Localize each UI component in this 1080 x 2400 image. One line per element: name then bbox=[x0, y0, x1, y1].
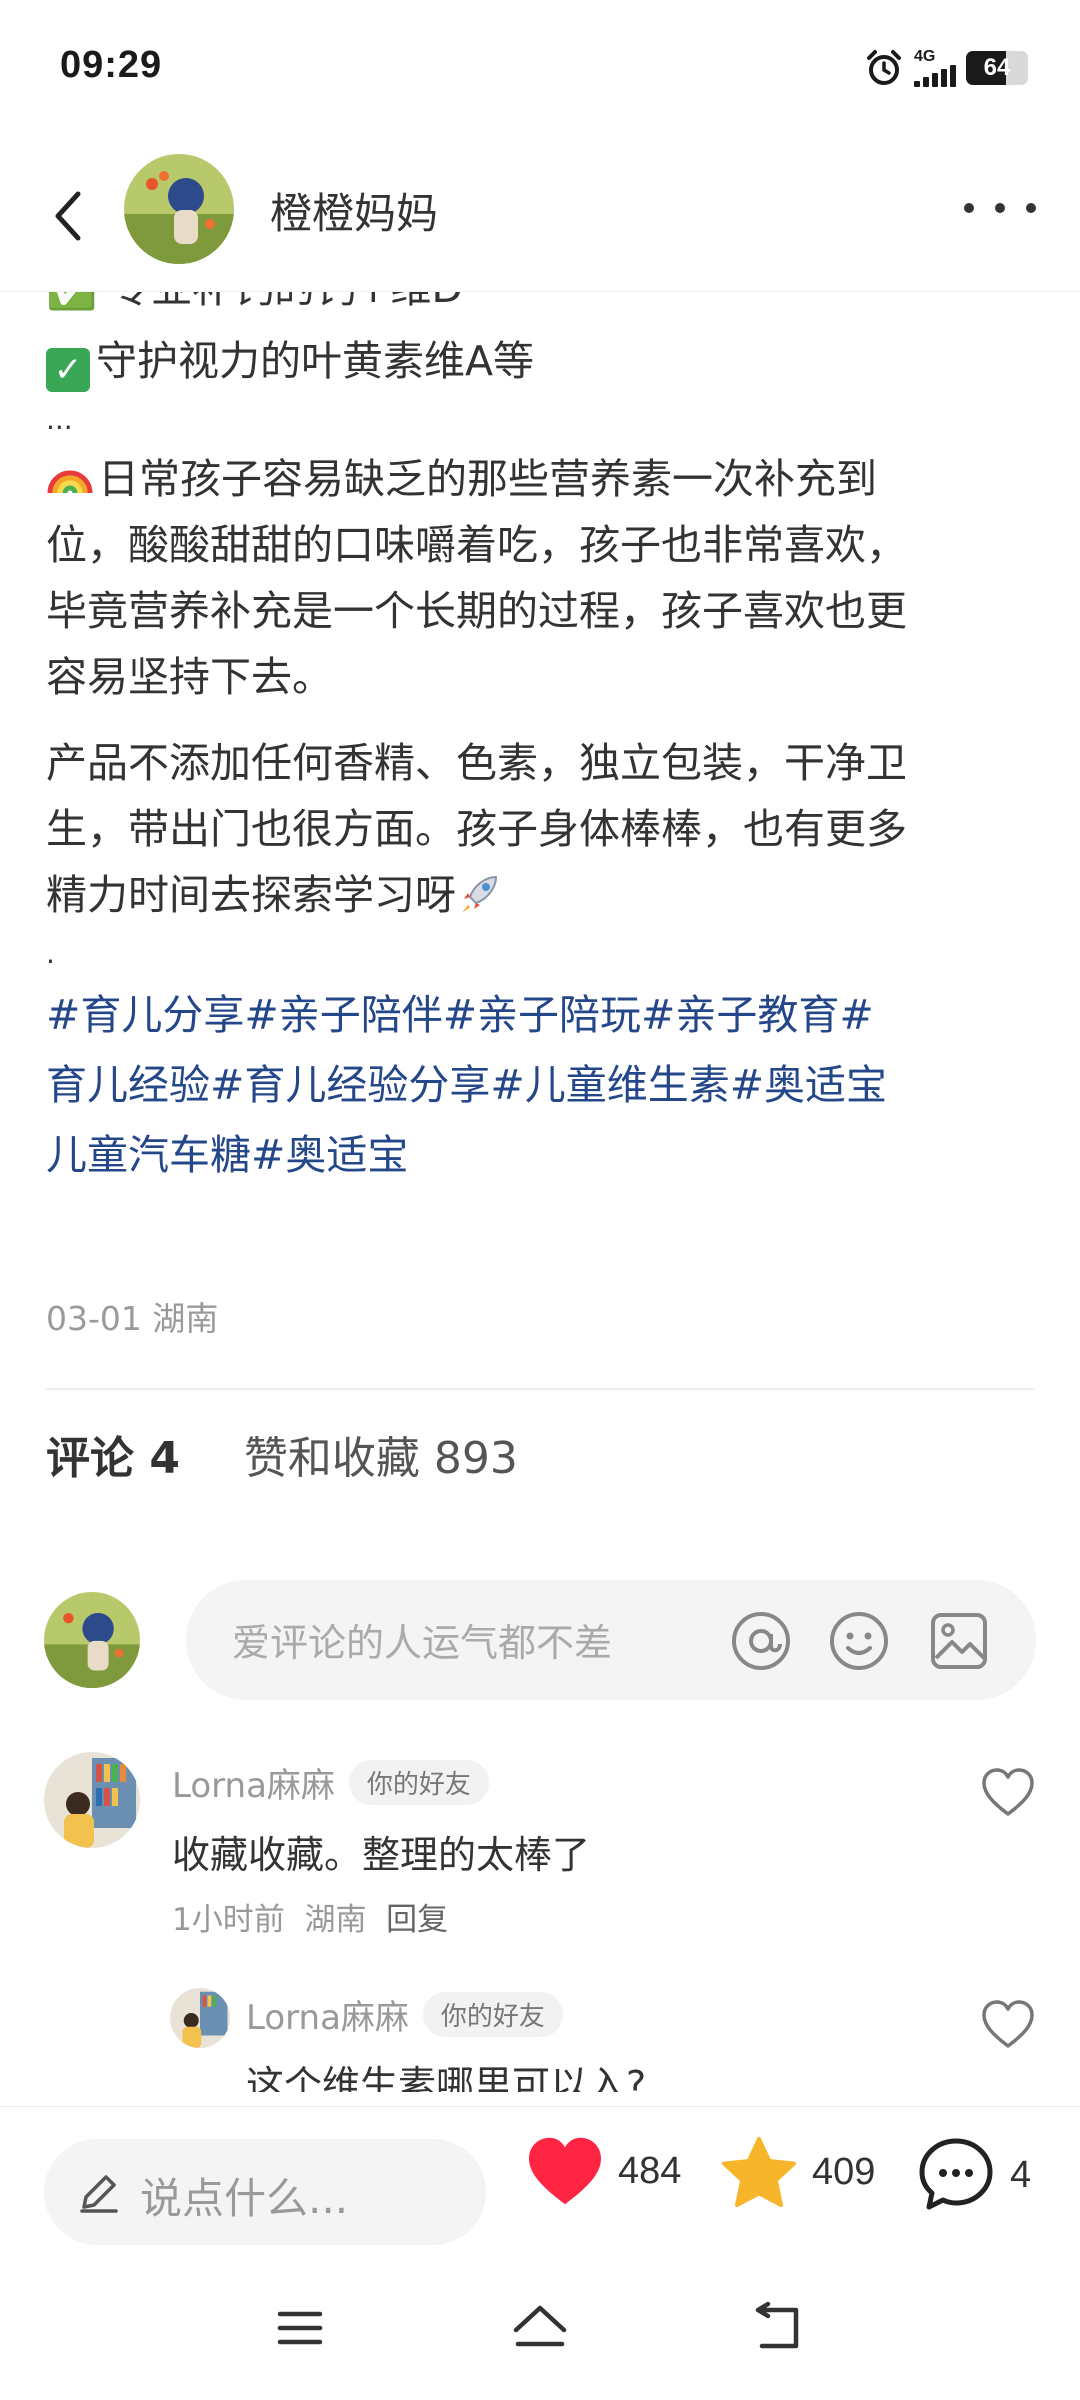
tab-comments[interactable]: 评论 4 bbox=[46, 1422, 180, 1486]
commenter-avatar[interactable] bbox=[170, 1988, 230, 2048]
body-line: ... bbox=[46, 403, 73, 436]
check-emoji-icon: ✓ bbox=[46, 348, 90, 392]
comment-reply-item: Lorna麻麻 你的好友 这个维生素哪里可以入? bbox=[0, 1988, 1080, 2092]
post-content: ✅ 专业补钙的钙+维D ✓守护视力的叶黄素维A等 ... 日常孩子容易缺乏的那些… bbox=[0, 292, 1080, 2092]
image-icon[interactable] bbox=[928, 1610, 990, 1672]
body-line: 容易坚持下去。 bbox=[46, 653, 333, 701]
comment-text[interactable]: 这个维生素哪里可以入? bbox=[246, 2054, 646, 2092]
star-icon bbox=[722, 2136, 796, 2208]
body-line: 毕竟营养补充是一个长期的过程，孩子喜欢也更 bbox=[46, 587, 907, 635]
comment-placeholder: 爱评论的人运气都不差 bbox=[232, 1621, 613, 1665]
status-time: 09:29 bbox=[60, 44, 163, 86]
alarm-icon bbox=[867, 50, 901, 85]
tab-likes-collects[interactable]: 赞和收藏 893 bbox=[244, 1422, 518, 1486]
heart-icon bbox=[529, 2137, 601, 2205]
body-line: 位，酸酸甜甜的口味嚼着吃，孩子也非常喜欢， bbox=[46, 521, 907, 569]
commenter-name[interactable]: Lorna麻麻 你的好友 bbox=[246, 1990, 563, 2039]
commenter-name[interactable]: Lorna麻麻 你的好友 bbox=[172, 1758, 489, 1807]
comment-like-icon[interactable] bbox=[980, 1766, 1036, 1818]
emoji-icon[interactable] bbox=[828, 1610, 890, 1672]
post-location: 湖南 bbox=[152, 1299, 219, 1338]
collect-count: 409 bbox=[812, 2150, 876, 2193]
divider bbox=[46, 1388, 1034, 1390]
comment-item: Lorna麻麻 你的好友 收藏收藏。整理的太棒了 1小时前 湖南 回复 bbox=[0, 1752, 1080, 1952]
more-icon[interactable] bbox=[964, 188, 1036, 228]
post-meta: 03-01 湖南 bbox=[46, 1292, 218, 1340]
post-body: ✓ 守护视力的叶黄素维A等 ... 日常孩子容易缺乏的那些营养素一次补充到 位，酸… bbox=[46, 328, 1036, 1190]
comment-meta: 1小时前 湖南 回复 bbox=[172, 1894, 448, 1939]
stats-tabs: 评论 4 赞和收藏 893 bbox=[46, 1422, 518, 1486]
battery-level: 64 bbox=[983, 54, 1011, 81]
say-placeholder: 说点什么... bbox=[140, 2174, 349, 2223]
body-line: 生，带出门也很方面。孩子身体棒棒，也有更多 bbox=[46, 805, 907, 853]
signal-icon bbox=[914, 65, 956, 87]
rocket-emoji-icon bbox=[462, 875, 498, 913]
battery-icon: 64 bbox=[966, 51, 1028, 85]
my-avatar bbox=[44, 1592, 140, 1688]
system-nav-bar bbox=[0, 2256, 1080, 2400]
network-type: 4G bbox=[914, 48, 936, 65]
body-line: 日常孩子容易缺乏的那些营养素一次补充到 bbox=[46, 446, 1036, 512]
clipped-line: ✅ 专业补钙的钙+维D bbox=[46, 292, 463, 314]
hashtag-line[interactable]: 育儿经验#育儿经验分享#儿童维生素#奥适宝 bbox=[46, 1050, 1036, 1120]
post-header: 橙橙妈妈 bbox=[0, 140, 1080, 292]
comment-like-icon[interactable] bbox=[980, 1998, 1036, 2050]
back-icon[interactable] bbox=[40, 180, 100, 252]
comment-count: 4 bbox=[1010, 2153, 1032, 2196]
hashtag-line[interactable]: #育儿分享#亲子陪伴#亲子陪玩#亲子教育# bbox=[46, 980, 1036, 1050]
say-something-input[interactable]: 说点什么... bbox=[44, 2139, 486, 2245]
comment-location: 湖南 bbox=[304, 1902, 367, 1938]
comment-time: 1小时前 bbox=[172, 1902, 285, 1938]
menu-icon[interactable] bbox=[270, 2300, 330, 2356]
hashtags: #育儿分享#亲子陪伴#亲子陪玩#亲子教育# 育儿经验#育儿经验分享#儿童维生素#… bbox=[46, 980, 1036, 1190]
friend-badge: 你的好友 bbox=[348, 1760, 489, 1805]
comment-button[interactable]: 4 bbox=[916, 2135, 1031, 2215]
commenter-avatar[interactable] bbox=[44, 1752, 140, 1848]
author-avatar[interactable] bbox=[124, 154, 234, 264]
comment-bubble-icon bbox=[919, 2138, 993, 2210]
at-icon[interactable] bbox=[730, 1610, 792, 1672]
rainbow-emoji-icon bbox=[47, 470, 93, 494]
post-date: 03-01 bbox=[46, 1299, 142, 1338]
body-line: ✓ 守护视力的叶黄素维A等 bbox=[46, 328, 1036, 394]
collect-button[interactable]: 409 bbox=[720, 2135, 875, 2209]
status-icons: 4G 64 bbox=[864, 48, 1028, 88]
pen-icon bbox=[80, 2175, 118, 2213]
body-line: 精力时间去探索学习呀 bbox=[46, 862, 1036, 928]
hashtag-line[interactable]: 儿童汽车糖#奥适宝 bbox=[46, 1120, 1036, 1190]
status-bar: 09:29 4G 64 bbox=[0, 0, 1080, 140]
body-line: 产品不添加任何香精、色素，独立包装，干净卫 bbox=[46, 739, 907, 787]
home-icon[interactable] bbox=[510, 2300, 570, 2356]
body-line: . bbox=[46, 937, 55, 970]
bottom-action-bar: 说点什么... 484 409 4 bbox=[0, 2106, 1080, 2256]
author-name[interactable]: 橙橙妈妈 bbox=[270, 180, 438, 241]
like-count: 484 bbox=[618, 2149, 682, 2192]
back-nav-icon[interactable] bbox=[748, 2300, 808, 2356]
like-button[interactable]: 484 bbox=[526, 2135, 681, 2207]
friend-badge: 你的好友 bbox=[422, 1992, 563, 2037]
comment-text[interactable]: 收藏收藏。整理的太棒了 bbox=[172, 1824, 590, 1879]
comment-input[interactable]: 爱评论的人运气都不差 bbox=[186, 1580, 1036, 1700]
reply-button[interactable]: 回复 bbox=[386, 1902, 448, 1938]
